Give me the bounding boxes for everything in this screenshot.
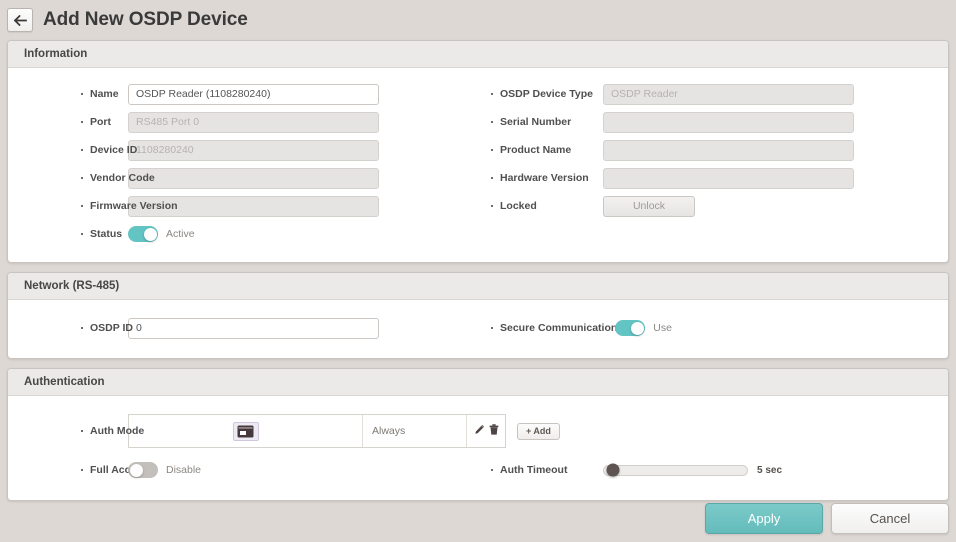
device-id-input[interactable]	[128, 139, 379, 161]
bullet-marker	[81, 177, 83, 179]
auth-timeout-slider[interactable]	[603, 463, 748, 477]
back-button[interactable]	[7, 8, 33, 32]
bullet-marker	[81, 233, 83, 235]
label-secure-communication: Secure Communication	[478, 322, 617, 334]
add-auth-mode-button[interactable]: + Add	[517, 422, 560, 440]
information-panel: Information Name Port	[7, 40, 949, 263]
bullet-marker	[491, 149, 493, 151]
field-auth-mode: Auth Mode Always + Add	[8, 410, 948, 452]
status-toggle-label: Active	[166, 228, 195, 240]
osdp-device-type-input[interactable]	[603, 83, 854, 105]
label-product-name: Product Name	[478, 144, 603, 156]
page-title: Add New OSDP Device	[43, 9, 248, 30]
osdp-id-input[interactable]	[128, 317, 379, 339]
bullet-marker	[81, 121, 83, 123]
auth-timeout-value: 5 sec	[757, 464, 783, 476]
auth-mode-table: Always	[128, 414, 506, 448]
footer-actions: Apply Cancel	[705, 503, 949, 534]
field-locked: Locked Unlock	[478, 192, 948, 220]
arrow-left-icon	[13, 14, 27, 26]
field-hardware-version: Hardware Version	[478, 164, 948, 192]
name-input[interactable]	[128, 83, 379, 105]
toggle-knob	[129, 463, 143, 477]
apply-button[interactable]: Apply	[705, 503, 823, 534]
label-hardware-version: Hardware Version	[478, 172, 603, 184]
pencil-icon[interactable]	[474, 424, 485, 438]
bullet-marker	[491, 469, 493, 471]
authentication-panel: Authentication Auth Mode Always + Add Fu…	[7, 368, 949, 501]
unlock-button[interactable]: Unlock	[603, 195, 695, 217]
trash-icon[interactable]	[489, 424, 499, 438]
bullet-marker	[81, 469, 83, 471]
label-serial-number: Serial Number	[478, 116, 603, 128]
field-port: Port	[8, 108, 478, 136]
bullet-marker	[81, 205, 83, 207]
field-status: Status Active	[8, 220, 478, 248]
field-vendor-code: Vendor Code	[8, 164, 478, 192]
product-name-input[interactable]	[603, 139, 854, 161]
bullet-marker	[81, 149, 83, 151]
full-access-toggle[interactable]	[128, 462, 158, 478]
hardware-version-input[interactable]	[603, 167, 854, 189]
label-name: Name	[8, 88, 128, 100]
bullet-marker	[491, 205, 493, 207]
field-secure-communication: Secure Communication Use	[478, 314, 948, 342]
label-device-id: Device ID	[8, 144, 137, 156]
full-access-toggle-label: Disable	[166, 464, 202, 476]
bullet-marker	[81, 327, 83, 329]
cancel-button[interactable]: Cancel	[831, 503, 949, 534]
page-header: Add New OSDP Device	[0, 0, 956, 40]
label-vendor-code: Vendor Code	[8, 172, 155, 184]
field-serial-number: Serial Number	[478, 108, 948, 136]
bullet-marker	[491, 177, 493, 179]
table-row	[129, 415, 363, 447]
bullet-marker	[81, 93, 83, 95]
label-auth-mode: Auth Mode	[8, 425, 144, 437]
authentication-panel-title: Authentication	[8, 369, 948, 396]
label-auth-timeout: Auth Timeout	[478, 464, 603, 476]
bullet-marker	[81, 430, 83, 432]
bullet-marker	[491, 121, 493, 123]
label-port: Port	[8, 116, 128, 128]
secure-communication-toggle-label: Use	[653, 322, 672, 334]
port-input[interactable]	[128, 111, 379, 133]
status-toggle[interactable]	[128, 226, 158, 242]
label-full-access: Full Access	[8, 464, 148, 476]
information-panel-title: Information	[8, 41, 948, 68]
toggle-knob	[630, 321, 644, 335]
auth-mode-condition: Always	[363, 415, 467, 447]
field-device-id: Device ID	[8, 136, 478, 164]
label-firmware-version: Firmware Version	[8, 200, 178, 212]
field-product-name: Product Name	[478, 136, 948, 164]
serial-number-input[interactable]	[603, 111, 854, 133]
vendor-code-input[interactable]	[128, 167, 379, 189]
field-name: Name	[8, 80, 478, 108]
field-osdp-device-type: OSDP Device Type	[478, 80, 948, 108]
field-firmware-version: Firmware Version	[8, 192, 478, 220]
label-osdp-device-type: OSDP Device Type	[478, 88, 603, 100]
card-icon[interactable]	[232, 421, 259, 441]
secure-communication-toggle[interactable]	[615, 320, 646, 336]
network-panel-title: Network (RS-485)	[8, 273, 948, 300]
label-status: Status	[8, 228, 128, 240]
label-osdp-id: OSDP ID	[8, 322, 133, 334]
toggle-knob	[143, 227, 157, 241]
slider-thumb[interactable]	[606, 463, 620, 477]
field-osdp-id: OSDP ID	[8, 314, 478, 342]
label-locked: Locked	[478, 200, 603, 212]
bullet-marker	[491, 327, 493, 329]
network-panel: Network (RS-485) OSDP ID Secure Communic…	[7, 272, 949, 359]
bullet-marker	[491, 93, 493, 95]
field-full-access: Full Access Disable	[8, 456, 478, 484]
field-auth-timeout: Auth Timeout 5 sec	[478, 456, 948, 484]
